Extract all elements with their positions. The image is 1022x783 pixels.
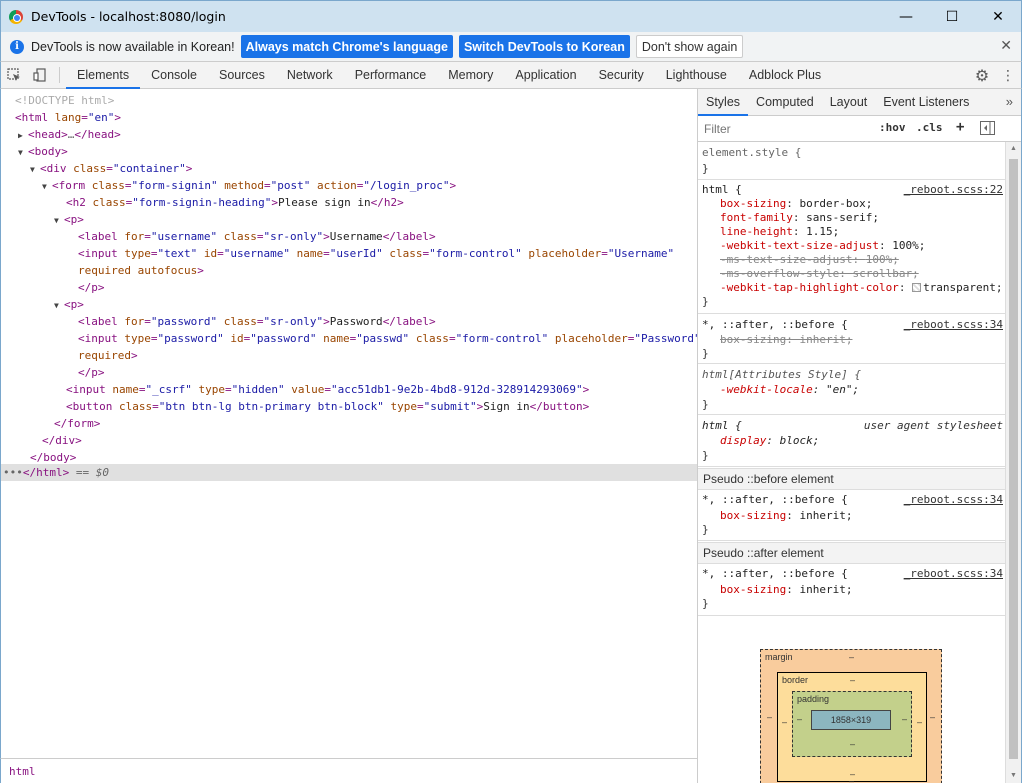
dom-head-collapsed[interactable]: ▶ <head>…</head> [18, 126, 697, 143]
always-match-language-button[interactable]: Always match Chrome's language [240, 35, 453, 58]
dom-form[interactable]: ▼ <form class="form-signin" method="post"… [42, 177, 697, 194]
devtools-toolbar: Elements Console Sources Network Perform… [0, 62, 1022, 89]
styles-filter-input[interactable] [704, 119, 867, 138]
tab-styles[interactable]: Styles [698, 89, 749, 116]
tab-layout[interactable]: Layout [822, 89, 876, 115]
title-bar: DevTools - localhost:8080/login — ☐ ✕ [0, 0, 1022, 32]
toggle-sidebar-icon[interactable] [980, 121, 995, 138]
switch-to-korean-button[interactable]: Switch DevTools to Korean [458, 35, 630, 58]
pseudo-after-header: Pseudo ::after element [698, 542, 1005, 564]
dom-input-password[interactable]: <input type="password" id="password" nam… [78, 330, 697, 347]
box-model-border[interactable]: border – – – – padding – – – 1858×319 [777, 672, 927, 782]
source-link-reboot-34-after[interactable]: _reboot.scss:34 [904, 567, 1003, 581]
scroll-up-arrow-icon[interactable]: ▲ [1006, 142, 1021, 156]
collapse-triangle-icon[interactable]: ▼ [54, 297, 64, 314]
settings-gear-icon[interactable]: ⚙ [969, 66, 995, 85]
tab-memory[interactable]: Memory [437, 62, 504, 88]
dom-form-close[interactable]: </form> [54, 415, 697, 432]
dom-p-password[interactable]: ▼ <p> [54, 296, 697, 313]
collapse-triangle-icon[interactable]: ▼ [54, 212, 64, 229]
dont-show-again-button[interactable]: Don't show again [635, 35, 744, 58]
rule-element-style[interactable]: element.style { } [698, 144, 1005, 180]
minimize-button[interactable]: — [883, 1, 929, 33]
dom-div-close[interactable]: </div> [42, 432, 697, 449]
rule-html-reboot[interactable]: html { _reboot.scss:22 box-sizing: borde… [698, 180, 1005, 314]
dom-input-username-cont[interactable]: required autofocus> [78, 262, 697, 279]
scroll-down-arrow-icon[interactable]: ▼ [1006, 769, 1021, 783]
class-toggle[interactable]: .cls [916, 121, 943, 134]
collapse-triangle-icon[interactable]: ▼ [42, 178, 52, 195]
dom-p-username-close[interactable]: </p> [78, 279, 697, 296]
collapse-triangle-icon[interactable]: ▼ [30, 161, 40, 178]
styles-subtabs: Styles Computed Layout Event Listeners » [698, 89, 1021, 116]
dom-body-open[interactable]: ▼ <body> [18, 143, 697, 160]
dom-div-container[interactable]: ▼ <div class="container"> [30, 160, 697, 177]
breadcrumb: html [0, 758, 697, 783]
rule-pseudo-after[interactable]: *, ::after, ::before { _reboot.scss:34 b… [698, 565, 1005, 616]
tab-lighthouse[interactable]: Lighthouse [655, 62, 738, 88]
dom-doctype[interactable]: <!DOCTYPE html> [15, 92, 697, 109]
dom-p-password-close[interactable]: </p> [78, 364, 697, 381]
box-model-margin[interactable]: margin – – – border – – – – padding – – … [760, 649, 942, 783]
pseudo-before-header: Pseudo ::before element [698, 468, 1005, 490]
infobar-message: DevTools is now available in Korean! [31, 39, 235, 54]
expand-triangle-icon[interactable]: ▶ [18, 127, 28, 144]
tab-network[interactable]: Network [276, 62, 344, 88]
rule-user-agent[interactable]: html { user agent stylesheet display: bl… [698, 415, 1005, 467]
tab-performance[interactable]: Performance [344, 62, 438, 88]
info-icon: i [10, 39, 24, 54]
dom-input-csrf[interactable]: <input name="_csrf" type="hidden" value=… [66, 381, 697, 398]
source-link-reboot-34-before[interactable]: _reboot.scss:34 [904, 493, 1003, 507]
more-tabs-icon[interactable]: » [1006, 94, 1013, 109]
window-controls: — ☐ ✕ [883, 1, 1021, 33]
tab-event-listeners[interactable]: Event Listeners [875, 89, 977, 115]
dom-button-submit[interactable]: <button class="btn btn-lg btn-primary bt… [66, 398, 697, 415]
scrollbar-thumb[interactable] [1009, 159, 1018, 759]
tab-elements[interactable]: Elements [66, 62, 141, 89]
tab-computed[interactable]: Computed [748, 89, 822, 115]
tab-security[interactable]: Security [588, 62, 655, 88]
hover-state-toggle[interactable]: :hov [879, 121, 906, 134]
source-link-reboot-34[interactable]: _reboot.scss:34 [904, 318, 1003, 332]
box-model-content[interactable]: 1858×319 [811, 710, 891, 730]
language-infobar: i DevTools is now available in Korean! A… [0, 32, 1022, 62]
dom-label-password[interactable]: <label for="password" class="sr-only">Pa… [78, 313, 697, 330]
dom-h2[interactable]: <h2 class="form-signin-heading">Please s… [66, 194, 697, 211]
tab-adblock-plus[interactable]: Adblock Plus [738, 62, 832, 88]
new-style-rule-icon[interactable]: + [956, 119, 964, 135]
rule-attributes-style[interactable]: html[Attributes Style] { -webkit-locale:… [698, 364, 1005, 415]
styles-filter-row: :hov .cls + [698, 116, 1021, 142]
device-toolbar-icon[interactable] [27, 62, 53, 88]
inspect-element-icon[interactable] [1, 62, 27, 88]
rule-pseudo-before[interactable]: *, ::after, ::before { _reboot.scss:34 b… [698, 491, 1005, 541]
more-options-icon[interactable]: ⋮ [995, 68, 1021, 84]
dom-html-open[interactable]: <html lang="en"> [15, 109, 697, 126]
window-title: DevTools - localhost:8080/login [31, 9, 226, 24]
infobar-close-icon[interactable]: ✕ [1000, 38, 1012, 54]
box-model-padding[interactable]: padding – – – 1858×319 [792, 691, 912, 757]
close-window-button[interactable]: ✕ [975, 1, 1021, 33]
tab-sources[interactable]: Sources [208, 62, 276, 88]
breadcrumb-html[interactable]: html [9, 765, 36, 778]
dom-input-password-cont[interactable]: required> [78, 347, 697, 364]
maximize-button[interactable]: ☐ [929, 1, 975, 33]
collapse-triangle-icon[interactable]: ▼ [18, 144, 28, 161]
dom-html-close-selected[interactable]: •••</html> == $0 [1, 464, 697, 481]
dom-label-username[interactable]: <label for="username" class="sr-only">Us… [78, 228, 697, 245]
source-link-reboot-22[interactable]: _reboot.scss:22 [904, 183, 1003, 197]
box-model-diagram[interactable]: margin – – – border – – – – padding – – … [760, 649, 942, 783]
toolbar-divider [59, 67, 60, 83]
styles-pane: Styles Computed Layout Event Listeners »… [697, 89, 1022, 783]
tab-application[interactable]: Application [504, 62, 587, 88]
chrome-logo-icon [9, 9, 23, 24]
tab-console[interactable]: Console [140, 62, 208, 88]
dom-input-username[interactable]: <input type="text" id="username" name="u… [78, 245, 697, 262]
styles-scrollbar[interactable]: ▲ ▼ [1005, 142, 1021, 783]
elements-dom-tree[interactable]: <!DOCTYPE html> <html lang="en"> ▶ <head>… [0, 89, 697, 758]
rule-universal-reboot[interactable]: *, ::after, ::before { _reboot.scss:34 b… [698, 314, 1005, 364]
color-swatch-icon[interactable] [912, 283, 922, 292]
dom-p-username[interactable]: ▼ <p> [54, 211, 697, 228]
